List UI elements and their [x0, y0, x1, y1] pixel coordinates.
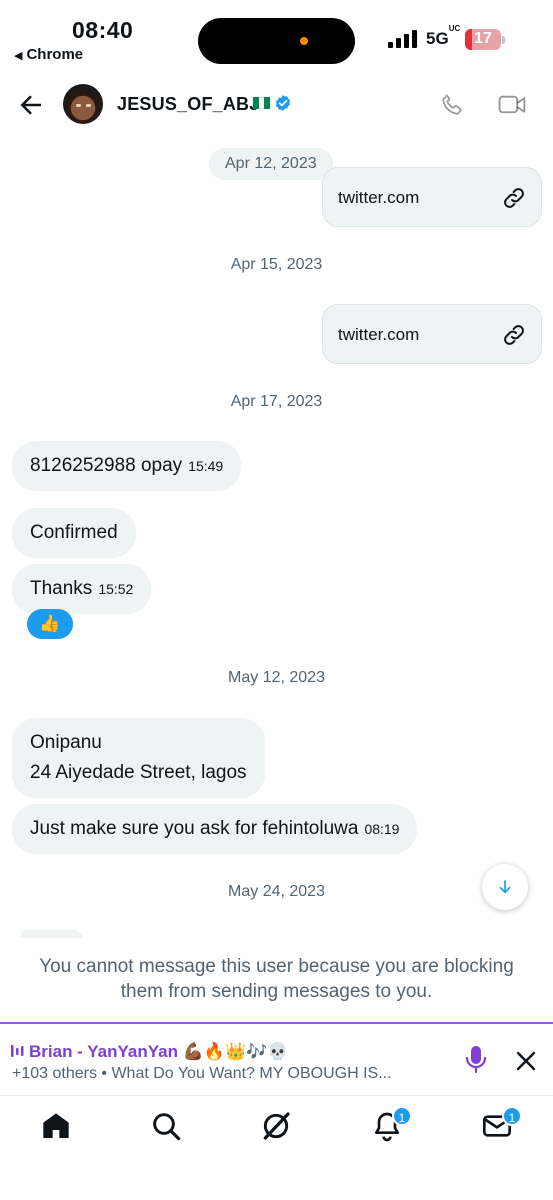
- verified-badge-icon: [275, 95, 291, 111]
- link-card-text: twitter.com: [338, 325, 420, 344]
- date-separator: Apr 12, 2023: [209, 148, 333, 180]
- back-arrow-icon[interactable]: [16, 90, 46, 120]
- message-bubble[interactable]: 8126252988 opay 15:49: [12, 441, 242, 491]
- message-text: Thanks: [30, 578, 93, 599]
- link-icon: [504, 325, 524, 345]
- back-app-label: Chrome: [26, 46, 84, 63]
- dynamic-island: [198, 18, 355, 64]
- battery-cap: [502, 36, 505, 44]
- back-triangle-icon: ◀: [14, 50, 23, 62]
- link-icon: [504, 188, 524, 208]
- blocked-notice: You cannot message this user because you…: [39, 956, 514, 1002]
- back-to-app-link[interactable]: ◀ Chrome: [14, 46, 83, 63]
- link-card-text: twitter.com: [338, 188, 420, 207]
- close-icon[interactable]: [515, 1050, 537, 1072]
- message-text: 8126252988 opay: [30, 455, 183, 476]
- date-separator: Apr 15, 2023: [230, 256, 323, 273]
- nigeria-flag-icon: [253, 97, 271, 109]
- notifications-badge: 1: [392, 1106, 412, 1126]
- message-bubble[interactable]: Onipanu 24 Aiyedade Street, lagos: [12, 718, 265, 798]
- message-text-line: 24 Aiyedade Street, lagos: [30, 762, 247, 783]
- date-separator: Apr 17, 2023: [230, 393, 323, 410]
- arrow-down-icon: [499, 880, 511, 894]
- message-time: 15:49: [188, 458, 224, 474]
- message-bubble-partial: [20, 930, 82, 938]
- space-subtitle: +103 others • What Do You Want? MY OBOUG…: [12, 1065, 392, 1082]
- link-card[interactable]: twitter.com: [322, 167, 542, 227]
- date-separator: May 24, 2023: [228, 883, 325, 900]
- message-time: 15:52: [98, 581, 134, 597]
- grok-icon[interactable]: [260, 1110, 292, 1142]
- space-host: Brian - YanYanYan 💪🏾🔥👑🎶💀: [29, 1042, 289, 1062]
- reaction-thumbs-up[interactable]: 👍: [27, 609, 73, 639]
- battery-icon: 17: [465, 29, 501, 50]
- conversation-header: JESUS_OF_ABJ: [0, 78, 553, 134]
- conversation-username[interactable]: JESUS_OF_ABJ: [117, 94, 259, 115]
- network-label: 5GUC: [426, 24, 461, 48]
- recording-indicator: [300, 37, 308, 45]
- scroll-to-bottom-button[interactable]: [482, 864, 528, 910]
- messages-badge: 1: [502, 1106, 522, 1126]
- video-call-icon[interactable]: [498, 93, 527, 117]
- space-host-emoji: 💪🏾🔥👑🎶💀: [182, 1042, 289, 1061]
- message-bubble[interactable]: Just make sure you ask for fehintoluwa 08…: [12, 804, 418, 854]
- home-icon[interactable]: [40, 1110, 72, 1142]
- message-time: 08:19: [364, 821, 400, 837]
- message-text: Just make sure you ask for fehintoluwa: [30, 818, 359, 839]
- bottom-tab-bar: 1 1: [0, 1095, 553, 1200]
- status-bar: 08:40 ◀ Chrome 5GUC 17: [0, 0, 553, 75]
- live-space-bar[interactable]: Brian - YanYanYan 💪🏾🔥👑🎶💀 +103 others • W…: [0, 1022, 553, 1094]
- message-bubble[interactable]: Thanks 15:52: [12, 564, 152, 614]
- message-text: Confirmed: [30, 522, 118, 543]
- status-time: 08:40: [72, 17, 134, 43]
- link-card[interactable]: twitter.com: [322, 304, 542, 364]
- battery-level: 17: [474, 30, 492, 47]
- microphone-icon[interactable]: [464, 1044, 488, 1076]
- space-host-name: Brian - YanYanYan: [29, 1042, 178, 1061]
- date-separator: May 12, 2023: [228, 669, 325, 686]
- message-bubble[interactable]: Confirmed: [12, 508, 136, 558]
- phone-call-icon[interactable]: [439, 92, 465, 118]
- search-icon[interactable]: [150, 1110, 182, 1142]
- avatar[interactable]: [63, 84, 103, 124]
- signal-icon: [388, 30, 420, 48]
- message-text-line: Onipanu: [30, 732, 102, 753]
- audio-bars-icon: [11, 1045, 24, 1057]
